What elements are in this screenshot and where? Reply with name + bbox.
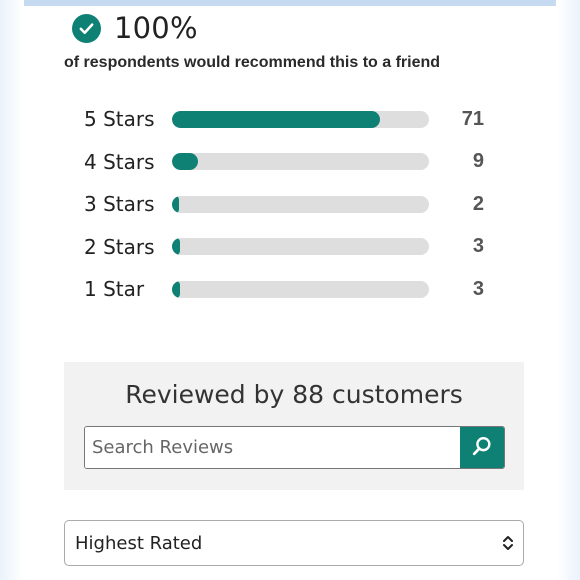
rating-label: 5 Stars [84, 107, 155, 132]
search-input[interactable] [85, 427, 460, 468]
rating-count: 2 [472, 192, 484, 215]
rating-count: 3 [472, 235, 484, 258]
rating-row-2[interactable]: 2 Stars 3 [84, 226, 484, 269]
rating-distribution: 5 Stars 71 4 Stars 9 3 Stars 2 2 Stars 3… [84, 98, 484, 311]
rating-bar-track [172, 238, 429, 256]
recommend-summary: 100% [72, 11, 198, 45]
rating-bar-track [172, 110, 429, 128]
search-button[interactable] [460, 427, 504, 468]
rating-row-3[interactable]: 3 Stars 2 [84, 183, 484, 226]
rating-row-4[interactable]: 4 Stars 9 [84, 141, 484, 184]
check-circle-icon [72, 13, 101, 43]
rating-bar-track [172, 280, 429, 298]
rating-count: 3 [472, 277, 484, 300]
rating-label: 2 Stars [84, 234, 155, 259]
rating-bar-fill [172, 110, 380, 128]
rating-count: 71 [461, 107, 484, 130]
rating-label: 1 Star [84, 277, 145, 302]
sort-selected-value: Highest Rated [75, 532, 203, 554]
recommend-percent: 100% [114, 11, 198, 45]
rating-label: 4 Stars [84, 149, 155, 174]
recommend-text: of respondents would recommend this to a… [64, 54, 441, 71]
search-bar [84, 426, 505, 469]
rating-count: 9 [472, 150, 484, 173]
rating-bar-track [172, 195, 429, 213]
rating-bar-fill [172, 153, 198, 171]
rating-row-1[interactable]: 1 Star 3 [84, 268, 484, 311]
sort-dropdown[interactable]: Highest Rated [64, 520, 524, 566]
rating-label: 3 Stars [84, 192, 155, 217]
rating-bar-fill [172, 238, 180, 256]
rating-bar-fill [172, 280, 180, 298]
reviewed-by-title: Reviewed by 88 customers [125, 380, 463, 409]
rating-bar-fill [172, 195, 179, 213]
rating-bar-track [172, 153, 429, 171]
rating-row-5[interactable]: 5 Stars 71 [84, 98, 484, 141]
search-icon [471, 435, 493, 460]
review-search-panel: Reviewed by 88 customers [64, 362, 524, 490]
chevron-up-down-icon [493, 534, 523, 552]
